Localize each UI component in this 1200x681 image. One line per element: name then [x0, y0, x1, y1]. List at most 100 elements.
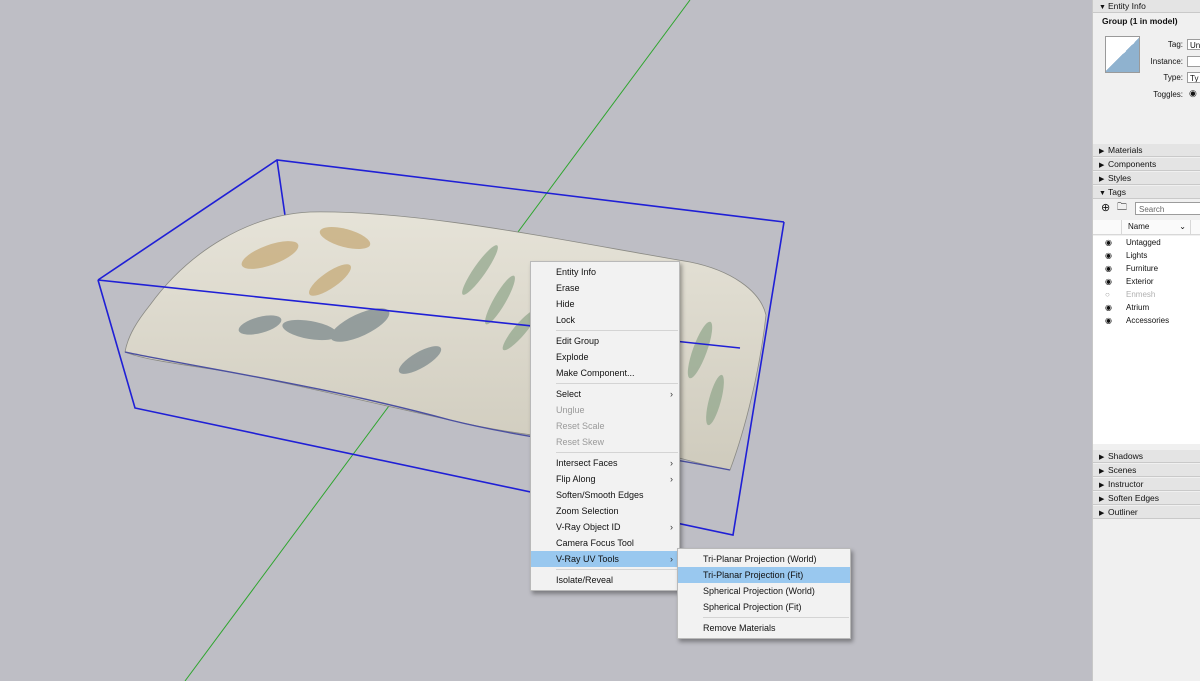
collapsed-triangle-icon: ▶ [1099, 162, 1105, 169]
tags-panel-header[interactable]: ▼ Tags [1093, 186, 1200, 199]
tag-name: Atrium [1126, 303, 1150, 312]
menu-item-intersect-faces[interactable]: Intersect Faces › [531, 455, 679, 471]
collapsed-triangle-icon: ▶ [1099, 468, 1105, 475]
chevron-right-icon: › [670, 458, 673, 468]
collapsed-triangle-icon: ▶ [1099, 454, 1105, 461]
scenes-panel-header[interactable]: ▶ Scenes [1093, 464, 1200, 477]
menu-item-hide[interactable]: Hide [531, 296, 679, 312]
components-panel-header[interactable]: ▶ Components [1093, 158, 1200, 171]
menu-item-label: Reset Skew [556, 437, 605, 447]
tag-name: Accessories [1126, 316, 1170, 325]
menu-item-edit-group[interactable]: Edit Group [531, 333, 679, 349]
entity-title: Group (1 in model) [1102, 16, 1178, 26]
eye-hidden-icon[interactable]: ○ [1105, 288, 1117, 301]
collapsed-triangle-icon: ▶ [1099, 510, 1105, 517]
menu-item-make-component[interactable]: Make Component... [531, 365, 679, 381]
chevron-right-icon: › [670, 522, 673, 532]
menu-item-label: Explode [556, 352, 589, 362]
soften-edges-panel-header[interactable]: ▶ Soften Edges [1093, 492, 1200, 505]
collapsed-triangle-icon: ▶ [1099, 496, 1105, 503]
menu-item-label: Remove Materials [703, 623, 776, 633]
tag-row[interactable]: ◉ Accessories [1093, 314, 1200, 327]
menu-item-soften-smooth-edges[interactable]: Soften/Smooth Edges [531, 487, 679, 503]
type-dropdown[interactable]: Ty [1187, 72, 1200, 83]
tag-row[interactable]: ◉ Untagged [1093, 236, 1200, 249]
menu-separator [703, 617, 849, 618]
toggles-label: Toggles: [1153, 90, 1183, 99]
tag-row[interactable]: ◉ Furniture [1093, 262, 1200, 275]
chevron-right-icon: › [670, 389, 673, 399]
visibility-toggle-eye-icon[interactable]: ◉ [1189, 88, 1197, 99]
menu-item-tri-planar-projection-world[interactable]: Tri-Planar Projection (World) [678, 551, 850, 567]
tag-name: Untagged [1126, 238, 1161, 247]
materials-panel-header[interactable]: ▶ Materials [1093, 144, 1200, 157]
chevron-down-icon: ⌄ [1179, 222, 1186, 231]
menu-item-label: V-Ray UV Tools [556, 554, 619, 564]
menu-item-label: Flip Along [556, 474, 596, 484]
eye-icon[interactable]: ◉ [1105, 301, 1117, 314]
menu-item-entity-info[interactable]: Entity Info [531, 264, 679, 280]
collapsed-triangle-icon: ▶ [1099, 482, 1105, 489]
menu-item-camera-focus-tool[interactable]: Camera Focus Tool [531, 535, 679, 551]
add-tag-icon[interactable]: ⊕ [1101, 202, 1113, 214]
menu-item-label: Spherical Projection (Fit) [703, 602, 802, 612]
menu-item-label: Make Component... [556, 368, 635, 378]
instance-name-input[interactable] [1187, 56, 1200, 67]
menu-item-flip-along[interactable]: Flip Along › [531, 471, 679, 487]
menu-item-label: Tri-Planar Projection (Fit) [703, 570, 804, 580]
tag-row[interactable]: ◉ Exterior [1093, 275, 1200, 288]
tag-name: Exterior [1126, 277, 1154, 286]
expanded-triangle-icon: ▼ [1099, 190, 1106, 197]
default-tray: ▼ Entity Info Group (1 in model) Tag: Un … [1092, 0, 1200, 681]
menu-item-label: Soften/Smooth Edges [556, 490, 644, 500]
menu-item-label: Intersect Faces [556, 458, 618, 468]
menu-item-lock[interactable]: Lock [531, 312, 679, 328]
eye-icon[interactable]: ◉ [1105, 236, 1117, 249]
menu-item-explode[interactable]: Explode [531, 349, 679, 365]
type-label: Type: [1163, 73, 1183, 82]
menu-item-reset-skew: Reset Skew [531, 434, 679, 450]
outliner-panel-header[interactable]: ▶ Outliner [1093, 506, 1200, 519]
menu-item-spherical-projection-fit[interactable]: Spherical Projection (Fit) [678, 599, 850, 615]
tag-search-input[interactable]: Search [1135, 202, 1200, 215]
menu-item-label: V-Ray Object ID [556, 522, 621, 532]
instructor-panel-header[interactable]: ▶ Instructor [1093, 478, 1200, 491]
menu-separator [556, 383, 678, 384]
menu-item-select[interactable]: Select › [531, 386, 679, 402]
menu-item-label: Tri-Planar Projection (World) [703, 554, 817, 564]
styles-panel-header[interactable]: ▶ Styles [1093, 172, 1200, 185]
menu-item-remove-materials[interactable]: Remove Materials [678, 620, 850, 636]
shadows-panel-header[interactable]: ▶ Shadows [1093, 450, 1200, 463]
tags-column-header-row: Name ⌄ [1093, 220, 1200, 235]
menu-item-label: Erase [556, 283, 580, 293]
add-tag-folder-icon[interactable]: 🗀 [1117, 202, 1131, 214]
model-viewport[interactable]: Entity Info Erase Hide Lock Edit Group Explod… [0, 0, 1092, 681]
menu-item-v-ray-object-id[interactable]: V-Ray Object ID › [531, 519, 679, 535]
tag-row[interactable]: ◉ Lights [1093, 249, 1200, 262]
menu-item-isolate-reveal[interactable]: Isolate/Reveal [531, 572, 679, 588]
menu-item-erase[interactable]: Erase [531, 280, 679, 296]
menu-item-label: Isolate/Reveal [556, 575, 614, 585]
tag-row[interactable]: ○ Enmesh [1093, 288, 1200, 301]
menu-item-v-ray-uv-tools[interactable]: V-Ray UV Tools › [531, 551, 679, 567]
menu-item-spherical-projection-world[interactable]: Spherical Projection (World) [678, 583, 850, 599]
menu-item-tri-planar-projection-fit[interactable]: Tri-Planar Projection (Fit) [678, 567, 850, 583]
menu-item-label: Spherical Projection (World) [703, 586, 815, 596]
eye-icon[interactable]: ◉ [1105, 275, 1117, 288]
tag-name: Enmesh [1126, 290, 1156, 299]
chevron-right-icon: › [670, 554, 673, 564]
expanded-triangle-icon: ▼ [1099, 4, 1106, 11]
eye-icon[interactable]: ◉ [1105, 249, 1117, 262]
context-menu: Entity Info Erase Hide Lock Edit Group Explod… [530, 261, 680, 591]
vray-uv-tools-submenu: Tri-Planar Projection (World) Tri-Planar … [677, 548, 851, 639]
tag-name: Lights [1126, 251, 1148, 260]
entity-info-panel-header[interactable]: ▼ Entity Info [1093, 0, 1200, 13]
tag-row[interactable]: ◉ Atrium [1093, 301, 1200, 314]
tags-list: ◉ Untagged ◉ Lights ◉ Furniture ◉ Exterior ○ Enme… [1093, 236, 1200, 444]
name-column-header[interactable]: Name ⌄ [1121, 220, 1191, 234]
eye-icon[interactable]: ◉ [1105, 314, 1117, 327]
tag-dropdown[interactable]: Un [1187, 39, 1200, 50]
menu-item-zoom-selection[interactable]: Zoom Selection [531, 503, 679, 519]
collapsed-triangle-icon: ▶ [1099, 148, 1105, 155]
eye-icon[interactable]: ◉ [1105, 262, 1117, 275]
